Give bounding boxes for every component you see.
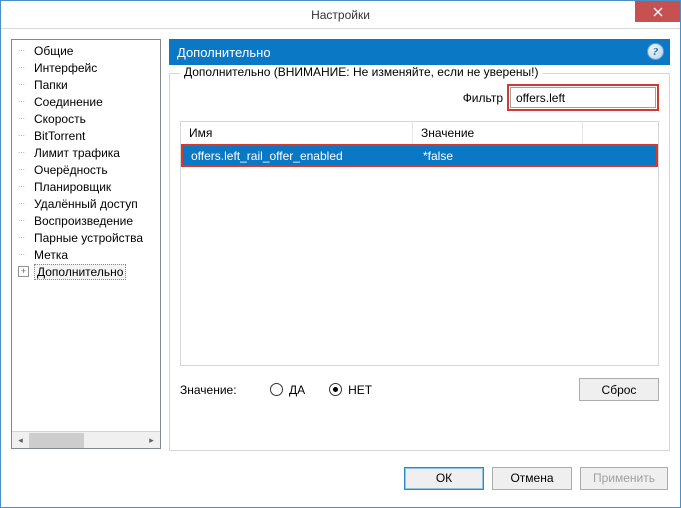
sidebar-item-interface[interactable]: ⋯Интерфейс	[12, 59, 160, 76]
sidebar-item-bittorrent[interactable]: ⋯BitTorrent	[12, 127, 160, 144]
value-label: Значение:	[180, 383, 270, 397]
row-value: *false	[415, 149, 461, 163]
sidebar-scrollbar[interactable]: ◂ ▸	[12, 431, 160, 448]
close-icon	[653, 7, 663, 17]
row-name: offers.left_rail_offer_enabled	[183, 149, 415, 163]
value-row: Значение: ДА НЕТ Сброс	[180, 378, 659, 401]
window-title: Настройки	[311, 8, 370, 22]
help-icon[interactable]: ?	[647, 43, 664, 60]
panel-title: Дополнительно	[177, 45, 271, 60]
radio-no-icon	[329, 383, 342, 396]
column-value[interactable]: Значение	[413, 122, 583, 144]
filter-row: Фильтр	[180, 84, 659, 111]
sidebar-item-playback[interactable]: ⋯Воспроизведение	[12, 212, 160, 229]
panel-header: Дополнительно ?	[169, 39, 670, 65]
filter-input[interactable]	[510, 87, 656, 108]
ok-button[interactable]: ОК	[404, 467, 484, 490]
settings-list: Имя Значение offers.left_rail_offer_enab…	[180, 121, 659, 366]
sidebar-item-folders[interactable]: ⋯Папки	[12, 76, 160, 93]
main-panel: Дополнительно ? Дополнительно (ВНИМАНИЕ:…	[169, 39, 670, 459]
sidebar-item-general[interactable]: ⋯Общие	[12, 42, 160, 59]
advanced-fieldset: Дополнительно (ВНИМАНИЕ: Не изменяйте, е…	[169, 73, 670, 451]
dialog-footer: ОК Отмена Применить	[1, 459, 680, 497]
sidebar-item-remote[interactable]: ⋯Удалённый доступ	[12, 195, 160, 212]
radio-yes[interactable]: ДА	[270, 383, 305, 397]
close-button[interactable]	[635, 1, 680, 22]
list-header: Имя Значение	[181, 122, 658, 145]
radio-yes-icon	[270, 383, 283, 396]
category-tree: ⋯Общие ⋯Интерфейс ⋯Папки ⋯Соединение ⋯Ск…	[12, 40, 160, 282]
radio-no[interactable]: НЕТ	[329, 383, 372, 397]
scroll-right-icon[interactable]: ▸	[143, 432, 160, 449]
sidebar-item-queue[interactable]: ⋯Очерёдность	[12, 161, 160, 178]
settings-row[interactable]: offers.left_rail_offer_enabled *false	[183, 146, 656, 165]
sidebar-item-connection[interactable]: ⋯Соединение	[12, 93, 160, 110]
sidebar-item-traffic-limit[interactable]: ⋯Лимит трафика	[12, 144, 160, 161]
sidebar-item-advanced[interactable]: +Дополнительно	[12, 263, 160, 280]
scroll-thumb[interactable]	[29, 433, 84, 448]
sidebar-item-paired[interactable]: ⋯Парные устройства	[12, 229, 160, 246]
expand-icon[interactable]: +	[18, 266, 29, 277]
reset-button[interactable]: Сброс	[579, 378, 659, 401]
apply-button[interactable]: Применить	[580, 467, 668, 490]
sidebar-item-scheduler[interactable]: ⋯Планировщик	[12, 178, 160, 195]
sidebar: ⋯Общие ⋯Интерфейс ⋯Папки ⋯Соединение ⋯Ск…	[11, 39, 161, 449]
filter-highlight	[507, 84, 659, 111]
filter-label: Фильтр	[463, 91, 503, 105]
fieldset-legend: Дополнительно (ВНИМАНИЕ: Не изменяйте, е…	[180, 65, 542, 79]
titlebar: Настройки	[1, 1, 680, 29]
sidebar-item-speed[interactable]: ⋯Скорость	[12, 110, 160, 127]
scroll-left-icon[interactable]: ◂	[12, 432, 29, 449]
column-name[interactable]: Имя	[181, 122, 413, 144]
content: ⋯Общие ⋯Интерфейс ⋯Папки ⋯Соединение ⋯Ск…	[1, 29, 680, 459]
row-highlight: offers.left_rail_offer_enabled *false	[181, 144, 658, 167]
sidebar-item-label[interactable]: ⋯Метка	[12, 246, 160, 263]
cancel-button[interactable]: Отмена	[492, 467, 572, 490]
